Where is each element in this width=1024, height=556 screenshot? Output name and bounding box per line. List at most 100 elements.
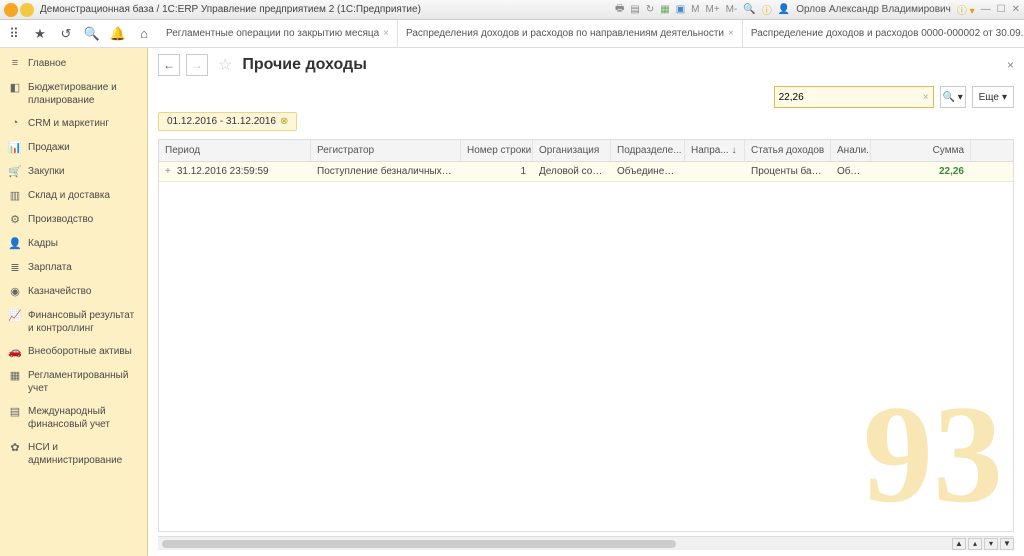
sidebar-item-label: Кадры (28, 237, 58, 250)
sidebar-item-label: Закупки (28, 165, 64, 178)
clear-date-icon[interactable]: ⊗ (280, 116, 288, 127)
search-input[interactable]: × (774, 86, 934, 108)
sidebar-item-label: Финансовый результат и контроллинг (28, 309, 139, 335)
col-org[interactable]: Организация (533, 140, 611, 161)
sidebar-item-treasury[interactable]: ◉Казначейство (0, 280, 147, 304)
sidebar-item-main[interactable]: ≡Главное (0, 52, 147, 76)
sidebar-item-finance[interactable]: 📈Финансовый результат и контроллинг (0, 304, 147, 340)
cell-direction (685, 162, 745, 181)
sidebar-item-purchases[interactable]: 🛒 Закупки (0, 160, 147, 184)
sidebar-item-hr[interactable]: 👤 Кадры (0, 232, 147, 256)
watermark: 93 (863, 399, 1003, 511)
col-direction[interactable]: Напра... ↓ (685, 140, 745, 161)
sidebar-item-label: Внеоборотные активы (28, 345, 132, 358)
sidebar-item-sales[interactable]: 📊Продажи (0, 136, 147, 160)
sidebar-item-label: Регламентированный учет (28, 369, 139, 395)
forward-button[interactable]: → (186, 54, 208, 76)
close-page-icon[interactable]: × (1007, 58, 1014, 72)
scroll-up-icon[interactable]: ▲ (952, 538, 966, 550)
favorite-icon[interactable]: ☆ (218, 55, 232, 75)
m-minus-icon[interactable]: M- (726, 4, 738, 15)
app-icon-dot (20, 3, 34, 17)
sidebar-item-label: Бюджетирование и планирование (28, 81, 139, 107)
expand-icon[interactable]: + (165, 166, 171, 177)
close-window-icon[interactable]: ✕ (1012, 4, 1020, 15)
close-icon[interactable]: × (383, 28, 389, 39)
clear-icon[interactable]: × (923, 92, 929, 103)
date-filter[interactable]: 01.12.2016 - 31.12.2016 ⊗ (158, 112, 297, 131)
main: ≡Главное ◧Бюджетирование и планирование … (0, 48, 1024, 556)
person-icon: 👤 (8, 237, 22, 251)
doc-icon[interactable]: ▤ (630, 4, 639, 15)
sidebar-item-admin[interactable]: ✿ НСИ и администрирование (0, 436, 147, 472)
scrollbar-thumb[interactable] (162, 540, 676, 548)
sidebar-item-warehouse[interactable]: ▥Склад и доставка (0, 184, 147, 208)
print-icon[interactable]: 🖶 (615, 1, 624, 18)
col-line-no[interactable]: Номер строки (461, 140, 533, 161)
m-plus-icon[interactable]: M+ (705, 4, 719, 15)
cell-registrar: Поступление безналичных ДС ... (311, 162, 461, 181)
refresh-icon[interactable]: ↻ (646, 4, 654, 15)
tab-closing-ops[interactable]: Регламентные операции по закрытию месяца… (158, 20, 398, 47)
home-icon[interactable]: ⌂ (134, 24, 154, 44)
maximize-icon[interactable]: ☐ (997, 4, 1006, 15)
star-icon[interactable]: ★ (30, 24, 50, 44)
col-period[interactable]: Период (159, 140, 311, 161)
tab-distribution-doc[interactable]: Распределение доходов и расходов 0000-00… (743, 20, 1024, 47)
m-icon[interactable]: M (691, 4, 699, 15)
search-icon[interactable]: 🔍 (82, 24, 102, 44)
tab-distributions[interactable]: Распределения доходов и расходов по напр… (398, 20, 743, 47)
search-titlebar-icon[interactable]: 🔍 (743, 4, 755, 15)
history-icon[interactable]: ↺ (56, 24, 76, 44)
search-button[interactable]: 🔍 ▾ (940, 86, 966, 108)
back-button[interactable]: ← (158, 54, 180, 76)
app-icon-1c (4, 3, 18, 17)
gear-icon: ⚙ (8, 213, 22, 227)
sidebar-item-label: Международный финансовый учет (28, 405, 139, 431)
sidebar-item-assets[interactable]: 🚗 Внеоборотные активы (0, 340, 147, 364)
sidebar-item-crm[interactable]: ◔ CRM и маркетинг (0, 112, 147, 136)
cell-period: +31.12.2016 23:59:59 (159, 162, 311, 181)
sidebar-item-payroll[interactable]: ≣Зарплата (0, 256, 147, 280)
apps-icon[interactable]: ⠿ (4, 24, 24, 44)
user-name: Орлов Александр Владимирович (796, 4, 951, 15)
sidebar-item-label: CRM и маркетинг (28, 117, 109, 130)
horizontal-scrollbar[interactable]: ▲ ▴ ▾ ▼ (158, 536, 1014, 550)
sidebar-item-budgeting[interactable]: ◧Бюджетирование и планирование (0, 76, 147, 112)
scroll-down-icon[interactable]: ▾ (984, 538, 998, 550)
sidebar-item-regulated[interactable]: ▦ Регламентированный учет (0, 364, 147, 400)
table-row[interactable]: +31.12.2016 23:59:59 Поступление безнали… (159, 162, 1013, 182)
crm-icon: ◔ (8, 117, 22, 131)
sidebar-item-ifrs[interactable]: ▤ Международный финансовый учет (0, 400, 147, 436)
sidebar-item-label: Зарплата (28, 261, 72, 274)
sidebar-item-label: Главное (28, 57, 66, 70)
minimize-icon[interactable]: — (981, 4, 991, 15)
more-button[interactable]: Еще ▾ (972, 86, 1014, 108)
ifrs-icon: ▤ (8, 405, 22, 419)
calc-icon[interactable]: ▦ (660, 4, 669, 15)
bell-icon[interactable]: 🔔 (108, 24, 128, 44)
col-dept[interactable]: Подразделе... (611, 140, 685, 161)
cell-sum: 22,26 (871, 162, 971, 181)
scroll-down2-icon[interactable]: ▼ (1000, 538, 1014, 550)
settings-icon: ✿ (8, 441, 22, 455)
treasury-icon: ◉ (8, 285, 22, 299)
col-income-item[interactable]: Статья доходов (745, 140, 831, 161)
car-icon: 🚗 (8, 345, 22, 359)
col-sum[interactable]: Сумма (871, 140, 971, 161)
calendar-icon[interactable]: ▣ (676, 4, 685, 15)
sidebar-item-production[interactable]: ⚙Производство (0, 208, 147, 232)
help-icon[interactable]: ⓘ ▾ (957, 2, 975, 17)
info-icon[interactable]: ⓘ (762, 2, 772, 17)
close-icon[interactable]: × (728, 28, 734, 39)
col-registrar[interactable]: Регистратор (311, 140, 461, 161)
col-analytic[interactable]: Анали... (831, 140, 871, 161)
reg-icon: ▦ (8, 369, 22, 383)
sidebar-item-label: Склад и доставка (28, 189, 110, 202)
date-filter-row: 01.12.2016 - 31.12.2016 ⊗ (148, 112, 1024, 135)
sidebar-item-label: НСИ и администрирование (28, 441, 139, 467)
cart-icon: 🛒 (8, 165, 22, 179)
cell-dept: Объединенн... (611, 162, 685, 181)
scroll-up2-icon[interactable]: ▴ (968, 538, 982, 550)
search-field[interactable] (779, 92, 923, 103)
